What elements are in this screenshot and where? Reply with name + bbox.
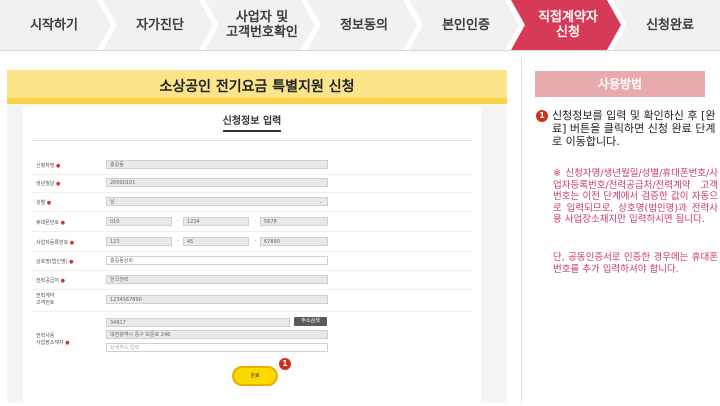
usage-instructions: 신청정보를 입력 및 확인하신 후 [완료] 버튼을 클릭하면 신청 완료 단계… bbox=[552, 109, 716, 148]
biz-part-1: 123 bbox=[106, 237, 172, 246]
name-field: 홍길동 bbox=[106, 160, 328, 169]
label-address: 전력사용 사업장소재지 ● bbox=[36, 333, 70, 346]
supplier-field: 한국전력 bbox=[106, 275, 328, 284]
step-badge: 1 bbox=[536, 110, 548, 122]
label-customer-no: 전력계약 고객번호 bbox=[36, 292, 54, 306]
step-4: 정보동의 bbox=[314, 0, 414, 50]
gender-value: 남 bbox=[110, 199, 115, 205]
row-sep bbox=[31, 174, 473, 175]
step-1-label: 시작하기 bbox=[30, 17, 78, 33]
label-birth-text: 생년월일 bbox=[36, 181, 55, 187]
step-3: 사업자 및 고객번호확인 bbox=[212, 0, 312, 50]
row-sep bbox=[31, 251, 473, 252]
label-customer-no-text: 전력계약 고객번호 bbox=[36, 293, 55, 306]
dash: - bbox=[254, 237, 257, 244]
company-input[interactable]: 홍길동상회 bbox=[106, 256, 328, 265]
step-2-label: 자가진단 bbox=[136, 17, 184, 33]
label-name: 신청자명 ● bbox=[36, 163, 61, 169]
vertical-divider bbox=[521, 57, 522, 403]
row-sep bbox=[31, 270, 473, 271]
step-6: 직접계약자 신청 bbox=[518, 0, 618, 50]
done-button[interactable]: 완료 bbox=[232, 366, 278, 386]
label-name-text: 신청자명 bbox=[36, 163, 55, 169]
usage-note-1: ※ 신청자명/생년월일/성별/휴대폰번호/사업자등록번호/전력공급처/전력계약 … bbox=[553, 168, 718, 225]
phone-part-3: 5678 bbox=[260, 217, 328, 226]
customer-no-field: 1234567890 bbox=[106, 295, 328, 304]
step-7: 신청완료 bbox=[620, 0, 720, 50]
label-gender: 성별 ● bbox=[36, 200, 52, 206]
label-biz: 사업자등록번호 ● bbox=[36, 240, 75, 246]
address-detail-input[interactable]: 상세주소 입력 bbox=[106, 343, 328, 352]
address-search-button[interactable]: 주소검색 bbox=[294, 317, 327, 326]
biz-part-2: 45 bbox=[183, 237, 249, 246]
row-sep bbox=[31, 211, 473, 212]
usage-note-2: 단, 공동인증서로 인증한 경우에는 휴대폰번호를 추가 입력하셔야 합니다. bbox=[553, 252, 718, 275]
step-2: 자가진단 bbox=[110, 0, 210, 50]
phone-part-1: 010 bbox=[106, 217, 172, 226]
birth-field: 20000101 bbox=[106, 178, 328, 187]
divider bbox=[0, 50, 720, 51]
step-progress-bar: 시작하기 자가진단 사업자 및 고객번호확인 정보동의 본인인증 직접계약자 신… bbox=[0, 0, 720, 50]
dash: - bbox=[254, 217, 257, 224]
card-divider bbox=[31, 140, 473, 141]
dash: - bbox=[177, 217, 180, 224]
label-address-text: 전력사용 사업장소재지 bbox=[36, 333, 64, 346]
zip-field: 34917 bbox=[106, 318, 290, 327]
dash: - bbox=[177, 237, 180, 244]
address-field: 대전광역시 중구 보문로 246 bbox=[106, 330, 328, 339]
label-company-text: 상호명(법인명) bbox=[36, 259, 68, 265]
label-biz-text: 사업자등록번호 bbox=[36, 240, 69, 246]
label-phone: 휴대폰번호 ● bbox=[36, 220, 65, 226]
usage-title: 사용방법 bbox=[535, 71, 705, 97]
step-6-label: 직접계약자 신청 bbox=[538, 10, 598, 40]
biz-part-3: 67890 bbox=[260, 237, 328, 246]
step-badge: 1 bbox=[279, 358, 291, 370]
label-company: 상호명(법인명) ● bbox=[36, 259, 74, 265]
chevron-down-icon: ⌄ bbox=[318, 199, 323, 205]
step-3-label: 사업자 및 고객번호확인 bbox=[226, 10, 298, 40]
row-sep bbox=[31, 231, 473, 232]
label-supplier: 전력공급처 ● bbox=[36, 278, 65, 284]
label-birth: 생년월일 ● bbox=[36, 181, 61, 187]
row-sep bbox=[31, 311, 473, 312]
step-5-label: 본인인증 bbox=[442, 17, 490, 33]
step-5: 본인인증 bbox=[416, 0, 516, 50]
row-sep bbox=[31, 289, 473, 290]
step-7-label: 신청완료 bbox=[646, 17, 694, 33]
label-supplier-text: 전력공급처 bbox=[36, 278, 60, 284]
label-gender-text: 성별 bbox=[36, 200, 46, 206]
card-title-text: 신청정보 입력 bbox=[222, 116, 282, 132]
step-4-label: 정보동의 bbox=[340, 17, 388, 33]
gender-select[interactable]: 남 ⌄ bbox=[106, 197, 328, 206]
phone-part-2: 1234 bbox=[183, 217, 249, 226]
step-1: 시작하기 bbox=[0, 0, 108, 50]
panel-title: 소상공인 전기요금 특별지원 신청 bbox=[159, 79, 355, 95]
label-phone-text: 휴대폰번호 bbox=[36, 220, 60, 226]
card-title: 신청정보 입력 bbox=[31, 112, 473, 134]
row-sep bbox=[31, 192, 473, 193]
